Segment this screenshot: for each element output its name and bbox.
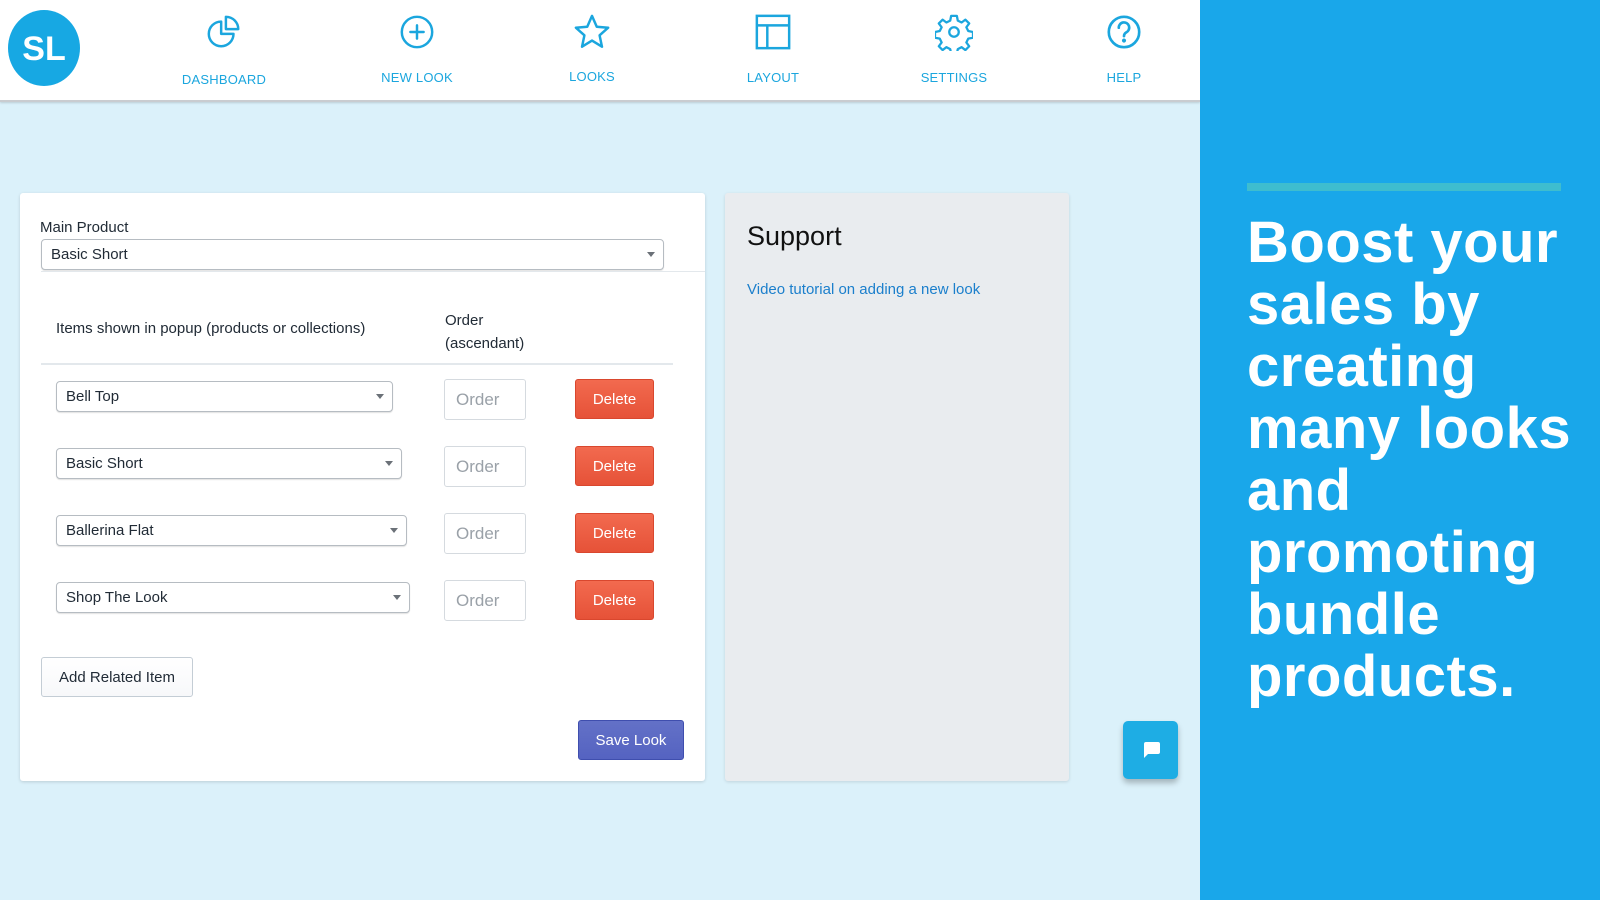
nav-item-settings[interactable]: SETTINGS	[894, 12, 1014, 92]
logo[interactable]: SL	[8, 10, 80, 86]
chevron-down-icon	[390, 528, 398, 533]
help-circle-icon	[1104, 12, 1144, 52]
chevron-down-icon	[376, 394, 384, 399]
related-item-value: Bell Top	[66, 388, 120, 405]
nav-label: NEW LOOK	[381, 70, 453, 85]
table-divider	[41, 363, 673, 365]
nav-label: HELP	[1106, 70, 1142, 85]
delete-button[interactable]: Delete	[575, 379, 654, 419]
top-navigation: SL DASHBOARD NEW LOOK LOOKS LAYOUT SETTI…	[0, 0, 1200, 102]
main-product-value: Basic Short	[51, 246, 128, 263]
related-item-value: Shop The Look	[66, 589, 168, 606]
svg-text:SL: SL	[22, 30, 65, 68]
look-form-card: Main Product Basic Short Items shown in …	[20, 193, 705, 781]
plus-circle-icon	[397, 12, 437, 52]
table-row: Ballerina Flat Delete	[20, 513, 705, 555]
nav-label: LOOKS	[569, 69, 615, 84]
main-product-label: Main Product	[40, 219, 129, 236]
order-input[interactable]	[444, 513, 526, 554]
pie-chart-icon	[204, 12, 244, 52]
related-item-value: Basic Short	[66, 455, 143, 472]
order-input[interactable]	[444, 580, 526, 621]
related-item-select[interactable]: Ballerina Flat	[56, 515, 407, 546]
support-card: Support Video tutorial on adding a new l…	[725, 193, 1069, 781]
order-input[interactable]	[444, 379, 526, 420]
table-row: Basic Short Delete	[20, 446, 705, 488]
app-area: SL DASHBOARD NEW LOOK LOOKS LAYOUT SETTI…	[0, 0, 1200, 900]
delete-button[interactable]: Delete	[575, 580, 654, 620]
promo-panel: Boost your sales by creating many looks …	[1200, 0, 1600, 900]
promo-headline: Boost your sales by creating many looks …	[1247, 210, 1572, 709]
nav-label: DASHBOARD	[181, 72, 267, 87]
related-item-select[interactable]: Bell Top	[56, 381, 393, 412]
save-look-button[interactable]: Save Look	[578, 720, 684, 760]
chevron-down-icon	[393, 595, 401, 600]
nav-label: SETTINGS	[920, 70, 988, 85]
order-header-line2: (ascendant)	[445, 335, 525, 352]
table-row: Shop The Look Delete	[20, 580, 705, 622]
promo-accent-bar	[1247, 183, 1561, 191]
chat-button[interactable]	[1123, 721, 1178, 779]
divider	[41, 271, 705, 272]
related-item-select[interactable]: Basic Short	[56, 448, 402, 479]
order-header-line1: Order	[445, 312, 484, 329]
nav-item-layout[interactable]: LAYOUT	[713, 12, 833, 92]
star-icon	[572, 12, 612, 52]
items-column-header: Items shown in popup (products or collec…	[56, 320, 366, 337]
nav-item-looks[interactable]: LOOKS	[532, 12, 652, 92]
main-product-select[interactable]: Basic Short	[41, 239, 664, 270]
delete-button[interactable]: Delete	[575, 513, 654, 553]
related-item-value: Ballerina Flat	[66, 522, 154, 539]
logo-icon: SL	[22, 30, 65, 68]
layout-icon	[753, 12, 793, 52]
order-input[interactable]	[444, 446, 526, 487]
nav-item-dashboard[interactable]: DASHBOARD	[164, 12, 284, 92]
chevron-down-icon	[385, 461, 393, 466]
nav-item-new-look[interactable]: NEW LOOK	[357, 12, 477, 92]
gear-icon	[934, 12, 974, 52]
chat-bubble-icon	[1143, 742, 1160, 758]
add-related-item-button[interactable]: Add Related Item	[41, 657, 193, 697]
nav-item-help[interactable]: HELP	[1064, 12, 1184, 92]
nav-label: LAYOUT	[746, 70, 800, 85]
video-tutorial-link[interactable]: Video tutorial on adding a new look	[747, 281, 980, 298]
related-item-select[interactable]: Shop The Look	[56, 582, 410, 613]
delete-button[interactable]: Delete	[575, 446, 654, 486]
chevron-down-icon	[647, 252, 655, 257]
order-column-header: Order (ascendant)	[445, 309, 524, 355]
table-row: Bell Top Delete	[20, 379, 705, 421]
support-title: Support	[747, 221, 842, 251]
